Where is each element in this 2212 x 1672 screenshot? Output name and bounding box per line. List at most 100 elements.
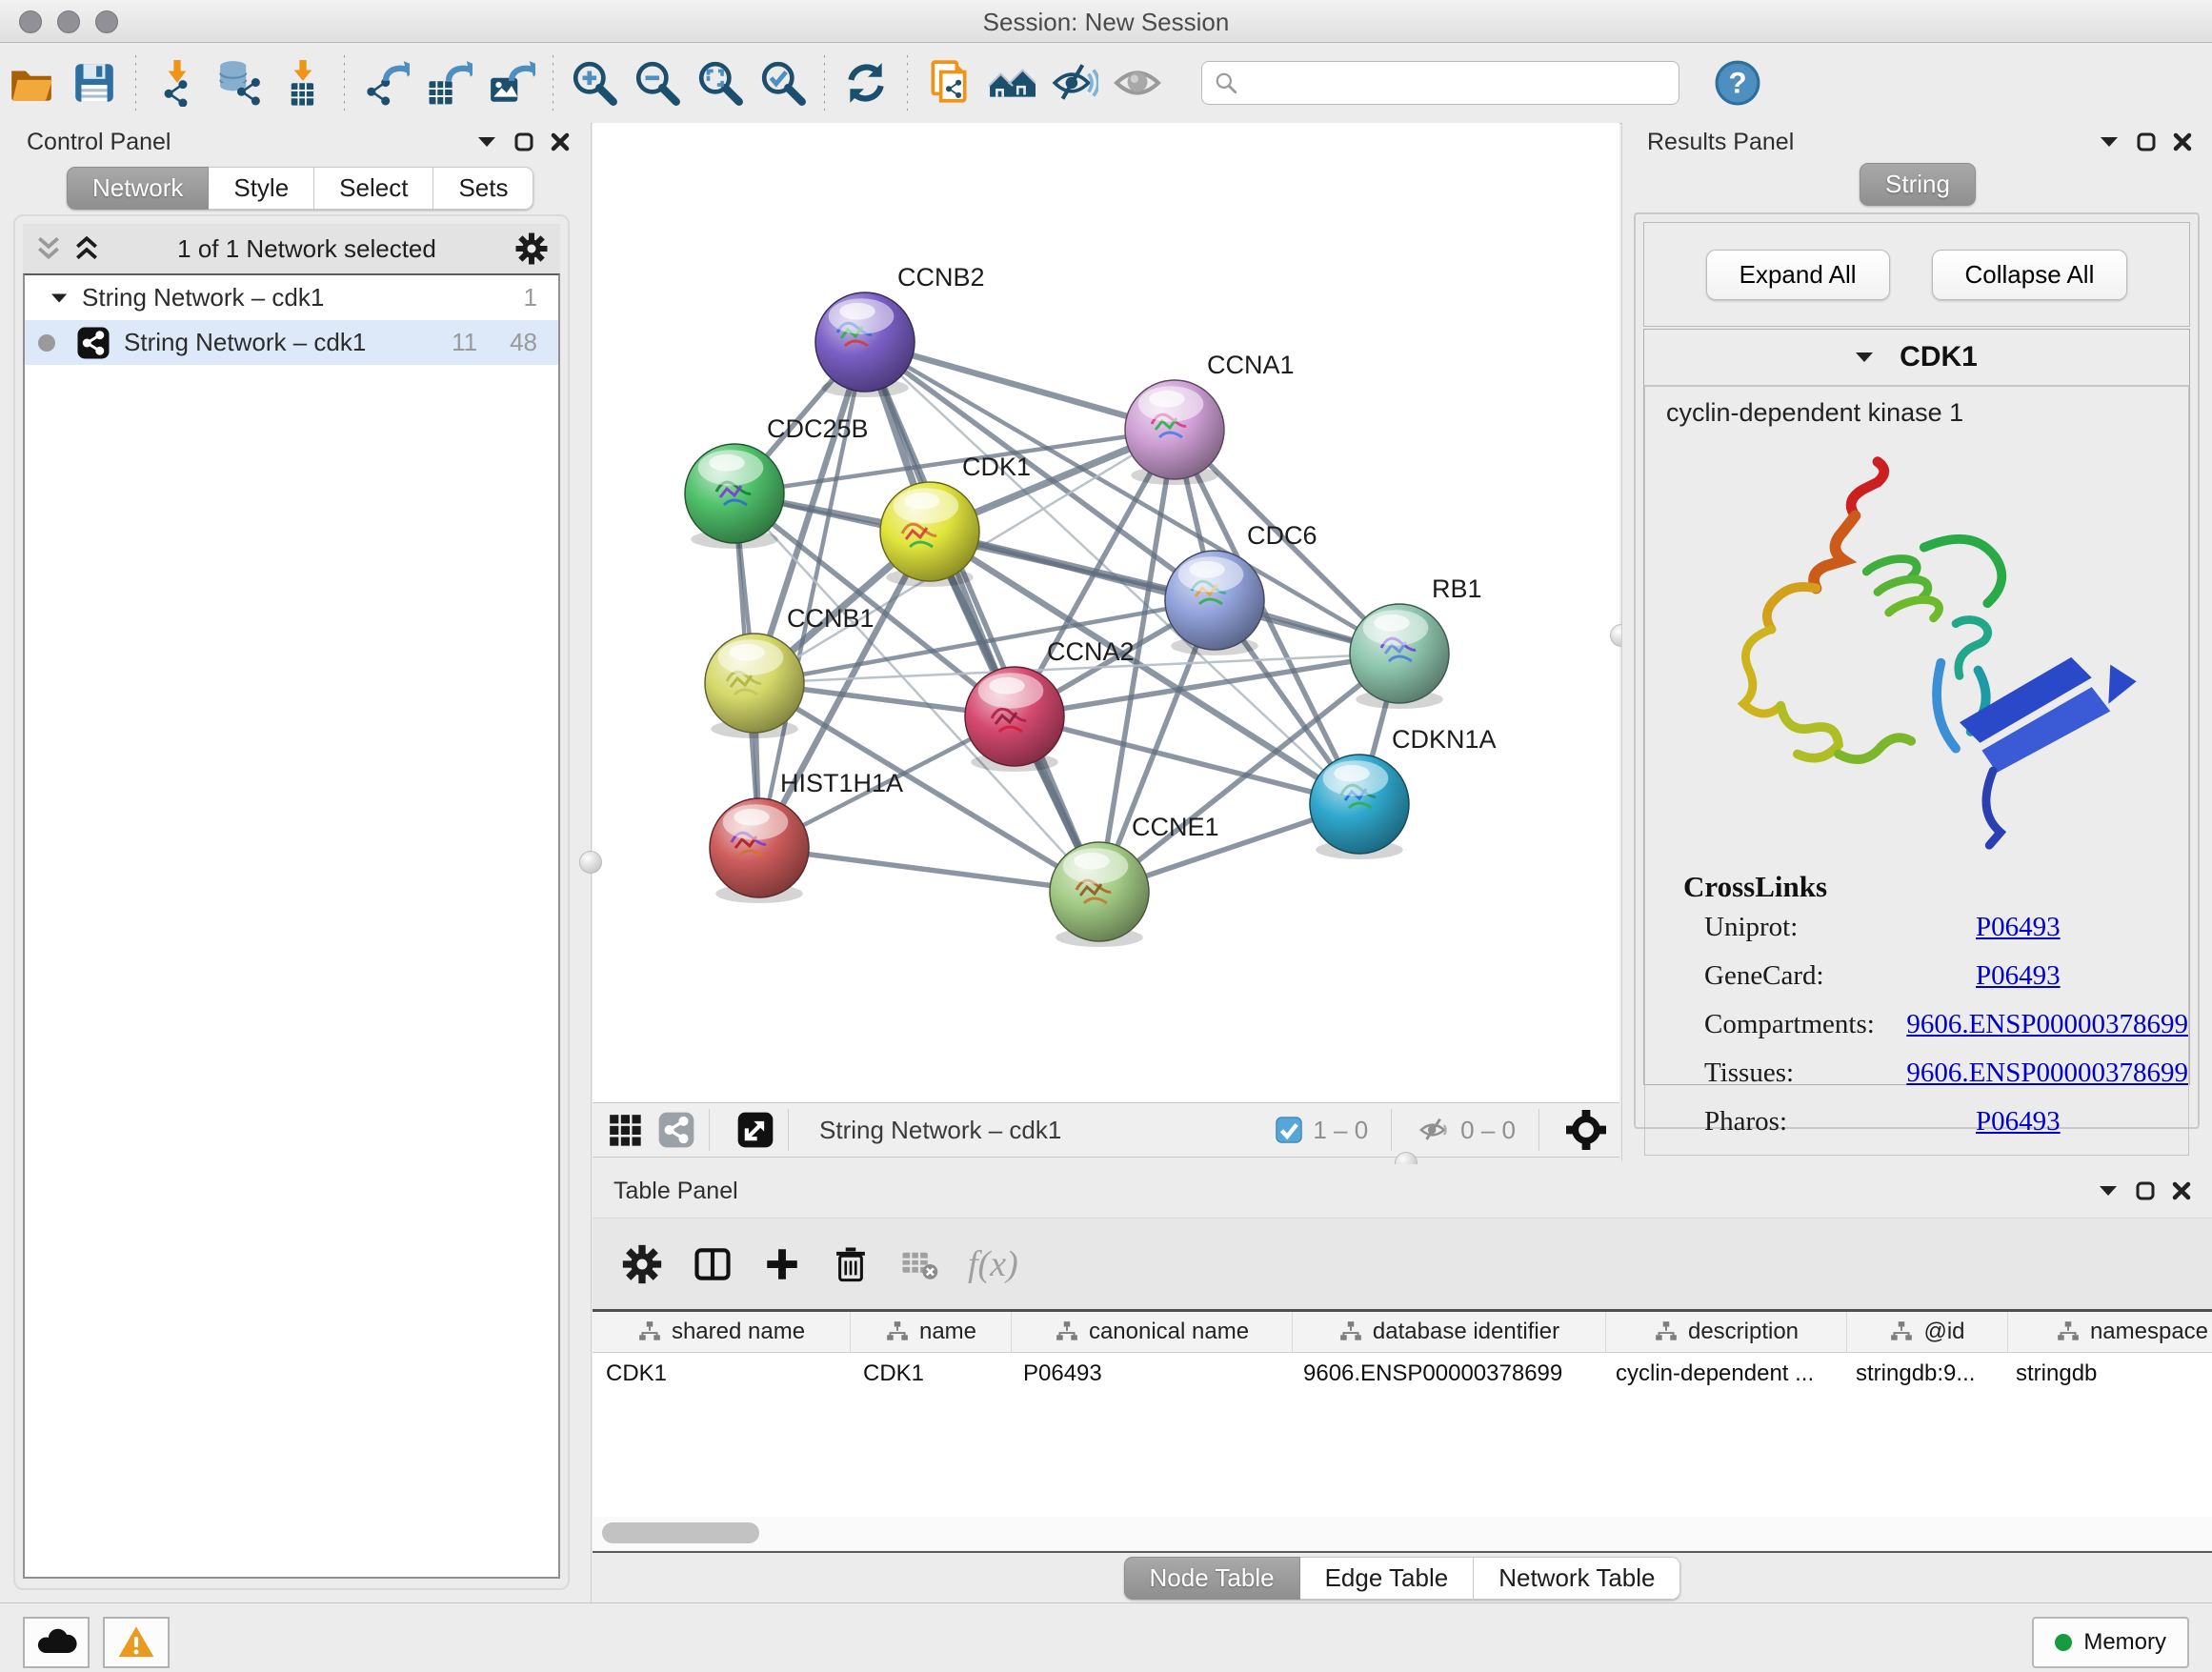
hidden-elements-button[interactable] [1418, 1114, 1451, 1146]
toolbar-separator [907, 55, 908, 111]
panel-close-icon[interactable] [551, 132, 570, 151]
export-image-button[interactable] [480, 52, 543, 113]
table-cell[interactable]: 9606.ENSP00000378699 [1290, 1360, 1602, 1387]
column-header-sharedname[interactable]: shared name [593, 1312, 851, 1352]
tab-node-table[interactable]: Node Table [1124, 1557, 1300, 1600]
crosslink-link[interactable]: P06493 [1976, 960, 2061, 992]
plus-icon [762, 1244, 802, 1284]
expand-all-button[interactable]: Expand All [1706, 250, 1890, 300]
section-collapse-icon[interactable] [1856, 352, 1875, 363]
import-network-file-button[interactable] [146, 52, 209, 113]
collapse-all-icon[interactable] [36, 235, 61, 262]
panel-menu-chevron-icon[interactable] [2100, 1185, 2119, 1197]
tree-expand-icon[interactable] [51, 292, 69, 304]
panel-float-icon[interactable] [2136, 1181, 2155, 1200]
network-node-CCNA2[interactable] [965, 667, 1064, 772]
column-header-id[interactable]: @id [1847, 1312, 2008, 1352]
help-button[interactable] [1706, 52, 1769, 113]
create-column-button[interactable] [762, 1244, 802, 1284]
protein-section-header[interactable]: CDK1 [1644, 330, 2189, 386]
tab-style[interactable]: Style [209, 167, 314, 210]
hide-panels-button[interactable] [1043, 52, 1106, 113]
left-splitter-handle[interactable] [579, 851, 602, 874]
panel-float-icon[interactable] [514, 132, 533, 151]
search-input[interactable] [1238, 64, 1679, 102]
network-node-CCNA1[interactable] [1125, 380, 1224, 485]
crosslink-link[interactable]: 9606.ENSP00000378699 [1906, 1009, 2188, 1040]
expand-all-icon[interactable] [74, 235, 99, 262]
refresh-view-button[interactable] [835, 52, 897, 113]
import-table-button[interactable] [271, 52, 334, 113]
birdseye-toggle-button[interactable] [1566, 1110, 1606, 1150]
clone-network-view-button[interactable] [917, 52, 980, 113]
table-cell[interactable]: CDK1 [850, 1360, 1010, 1387]
tab-string[interactable]: String [1860, 163, 1976, 206]
zoom-out-button[interactable] [626, 52, 689, 113]
crosslink-link[interactable]: P06493 [1976, 912, 2061, 943]
network-row[interactable]: String Network – cdk1 11 48 [25, 320, 558, 365]
toggle-view-button[interactable] [1106, 52, 1169, 113]
table-cell[interactable]: P06493 [1010, 1360, 1290, 1387]
grid-view-button[interactable] [606, 1111, 644, 1149]
column-header-canonicalname[interactable]: canonical name [1012, 1312, 1293, 1352]
table-hscrollbar[interactable] [593, 1517, 2212, 1553]
delete-column-button[interactable] [831, 1244, 871, 1284]
panel-close-icon[interactable] [2173, 132, 2192, 151]
tab-select[interactable]: Select [314, 167, 433, 210]
tab-sets[interactable]: Sets [433, 167, 533, 210]
collapse-all-button[interactable]: Collapse All [1932, 250, 2128, 300]
network-node-CDKN1A[interactable] [1310, 755, 1409, 859]
open-session-button[interactable] [0, 52, 63, 113]
panel-menu-chevron-icon[interactable] [478, 136, 497, 148]
table-row[interactable]: CDK1CDK1P064939606.ENSP00000378699cyclin… [593, 1353, 2212, 1395]
table-type-tabs: Node Table Edge Table Network Table [593, 1557, 2212, 1600]
column-header-namespace[interactable]: namespace [2008, 1312, 2212, 1352]
node-table[interactable]: shared namenamecanonical namedatabase id… [593, 1309, 2212, 1520]
table-cell[interactable]: stringdb:9... [1842, 1360, 2002, 1387]
cloud-icon [35, 1622, 77, 1663]
network-graph[interactable]: CCNB2CCNA1CDC25BCDK1CDC6RB1CCNB1CCNA2CDK… [593, 123, 1619, 1102]
column-header-databaseidentifier[interactable]: database identifier [1293, 1312, 1606, 1352]
column-header-name[interactable]: name [851, 1312, 1012, 1352]
tab-network-table[interactable]: Network Table [1474, 1557, 1680, 1600]
zoom-in-button[interactable] [563, 52, 626, 113]
table-options-button[interactable] [621, 1243, 663, 1285]
table-cell[interactable]: cyclin-dependent ... [1602, 1360, 1842, 1387]
network-badge-button[interactable] [657, 1111, 695, 1149]
network-canvas[interactable]: CCNB2CCNA1CDC25BCDK1CDC6RB1CCNB1CCNA2CDK… [593, 123, 1619, 1102]
tab-edge-table[interactable]: Edge Table [1300, 1557, 1475, 1600]
export-table-button[interactable] [417, 52, 480, 113]
table-cell[interactable]: stringdb [2002, 1360, 2212, 1387]
crosslink-link[interactable]: 9606.ENSP00000378699 [1906, 1058, 2188, 1089]
show-columns-button[interactable] [692, 1243, 734, 1285]
save-session-button[interactable] [63, 52, 126, 113]
panel-close-icon[interactable] [2172, 1181, 2191, 1200]
memory-button[interactable]: Memory [2032, 1617, 2189, 1668]
crosslink-label: Pharos: [1704, 1106, 1976, 1138]
selected-elements-checkbox[interactable] [1275, 1116, 1303, 1144]
detach-view-button[interactable] [736, 1111, 774, 1149]
export-network-button[interactable] [354, 52, 417, 113]
tab-network[interactable]: Network [67, 167, 209, 210]
memory-label: Memory [2083, 1629, 2166, 1656]
column-header-description[interactable]: description [1606, 1312, 1847, 1352]
scrollbar-thumb[interactable] [602, 1522, 759, 1543]
panel-float-icon[interactable] [2137, 132, 2156, 151]
network-collection-row[interactable]: String Network – cdk1 1 [25, 275, 558, 320]
panel-menu-chevron-icon[interactable] [2101, 136, 2120, 148]
zoom-fit-button[interactable] [689, 52, 752, 113]
network-node-RB1[interactable] [1350, 604, 1449, 709]
table-cell[interactable]: CDK1 [593, 1360, 850, 1387]
network-options-gear-icon[interactable] [514, 232, 549, 266]
network-node-HIST1H1A[interactable] [710, 798, 809, 903]
network-node-CCNE1[interactable] [1050, 842, 1149, 947]
show-all-panels-button[interactable] [980, 52, 1043, 113]
cloud-status-button[interactable] [23, 1617, 90, 1668]
import-network-database-button[interactable] [209, 52, 271, 113]
network-node-CDC6[interactable] [1165, 551, 1264, 655]
network-node-CCNB1[interactable] [705, 634, 804, 738]
crosslink-link[interactable]: P06493 [1976, 1106, 2061, 1138]
zoom-selected-button[interactable] [752, 52, 814, 113]
search-field[interactable] [1201, 61, 1679, 105]
warnings-button[interactable] [103, 1617, 170, 1668]
